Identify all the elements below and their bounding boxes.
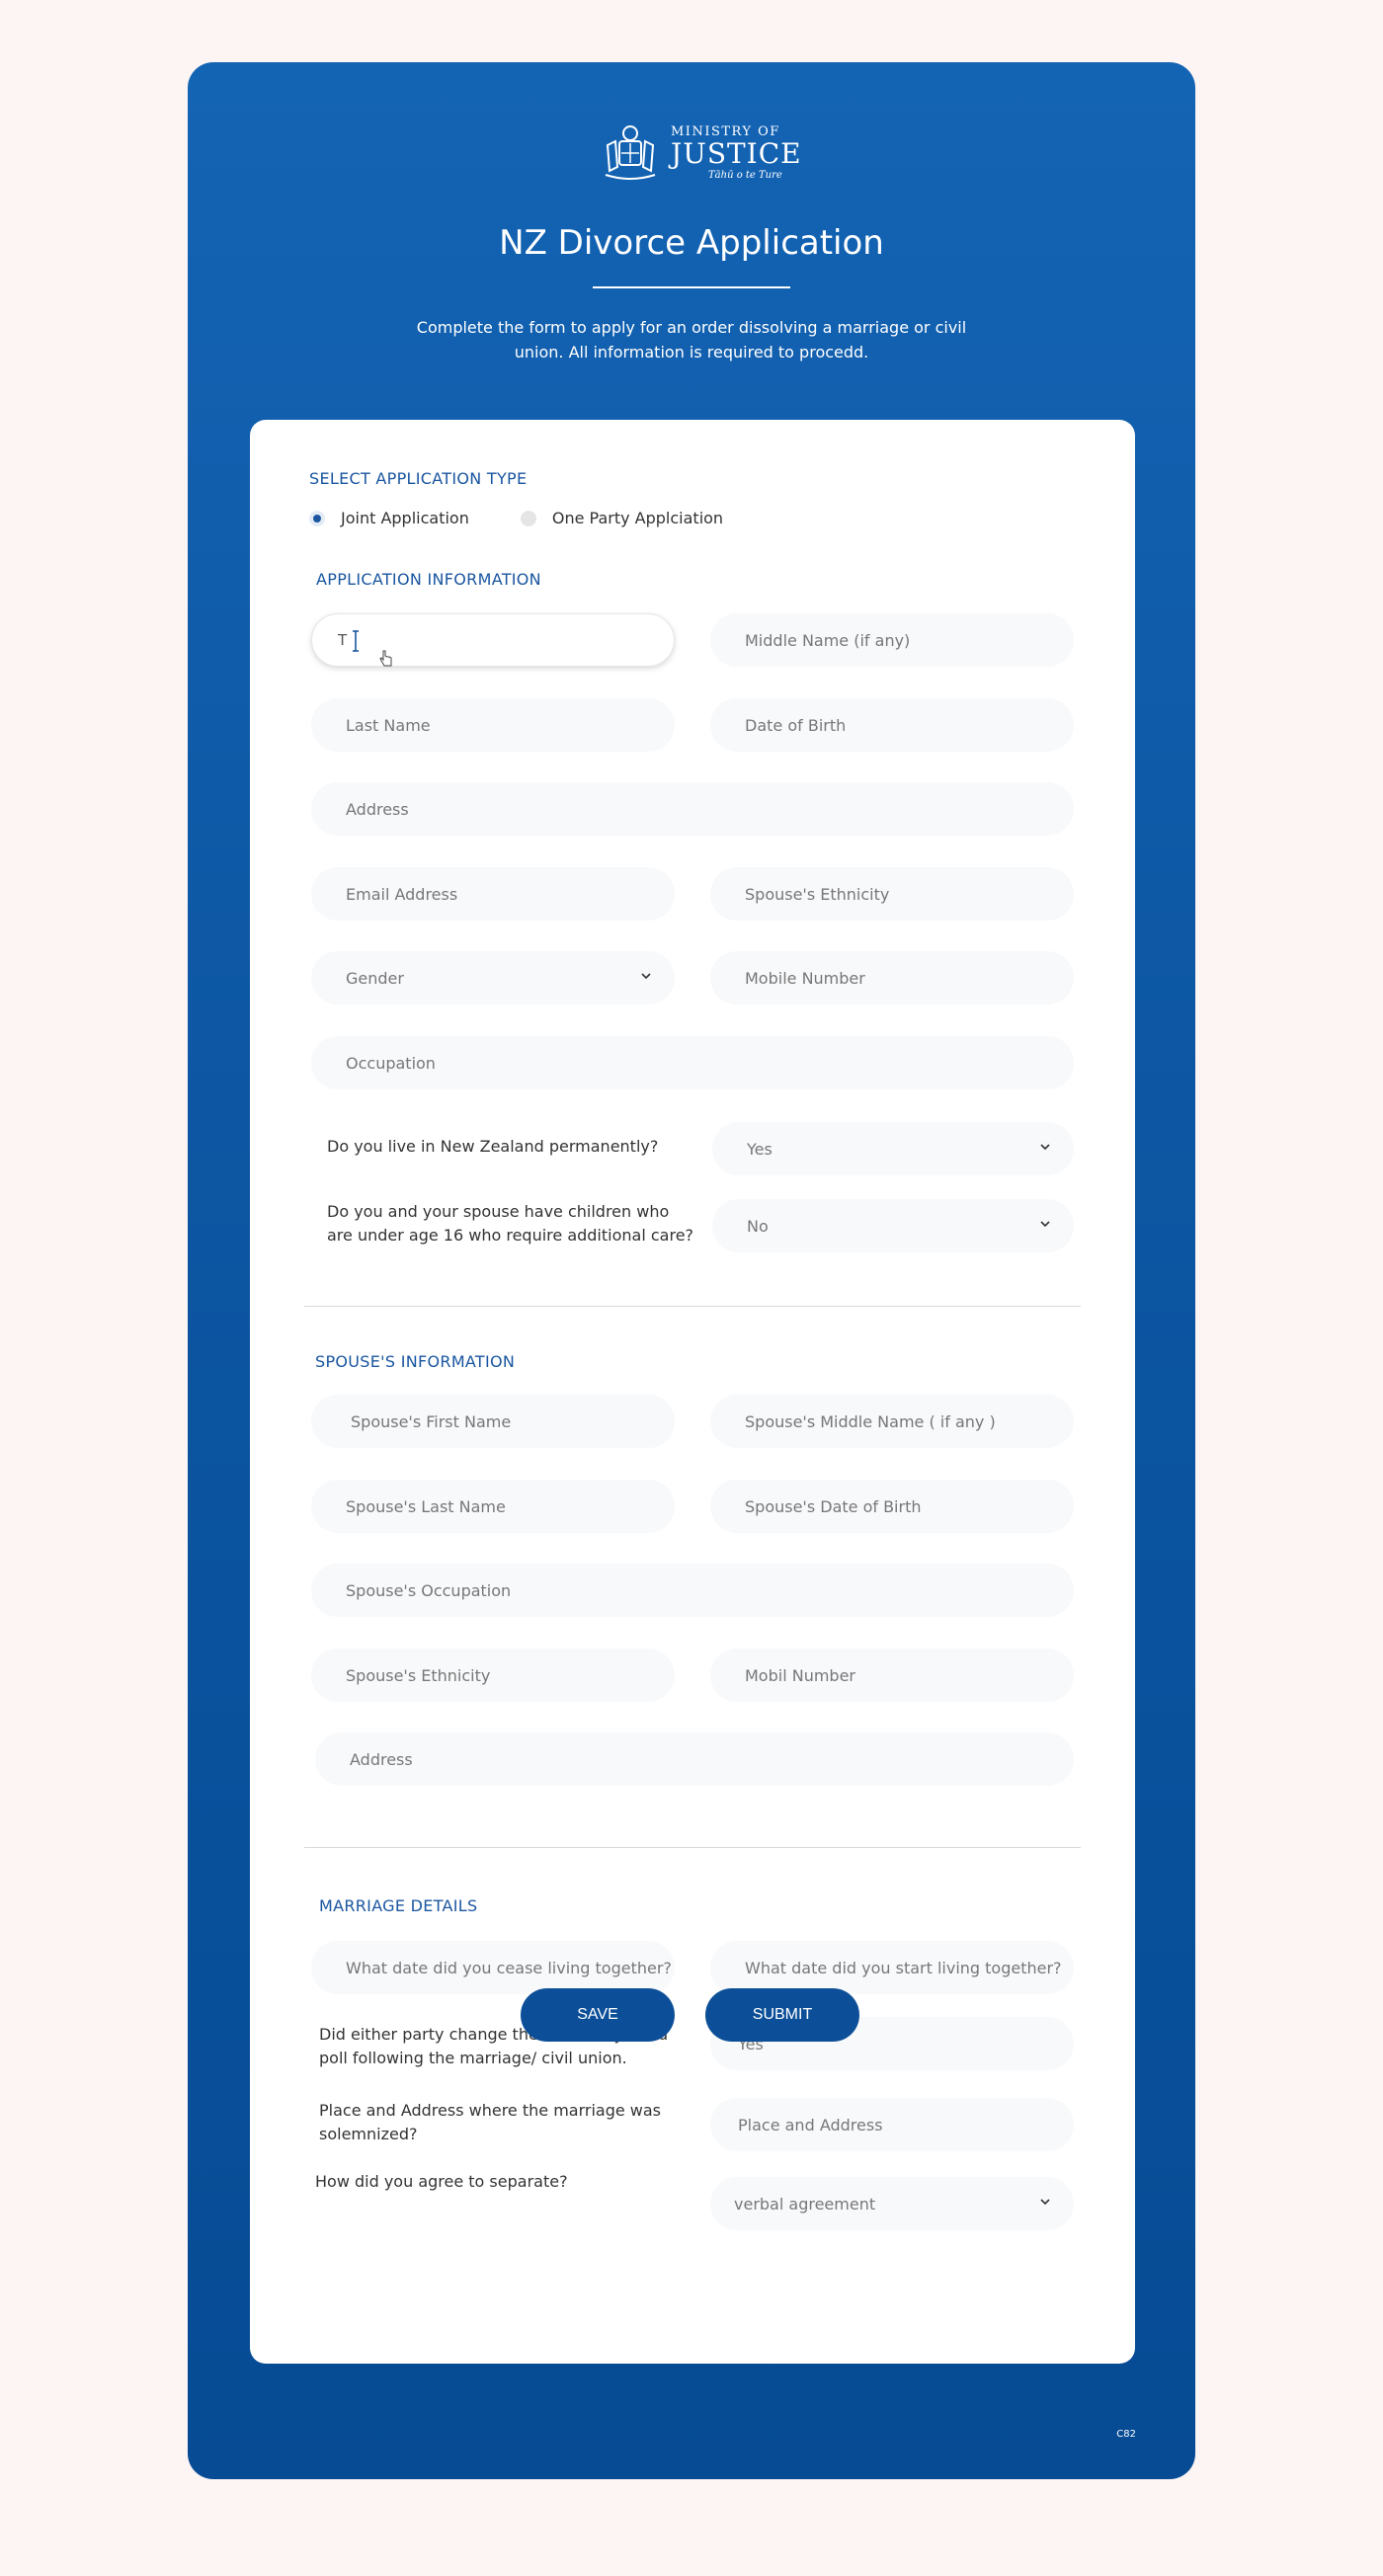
spouse-middle-name-input[interactable]: Spouse's Middle Name ( if any )	[710, 1395, 1074, 1448]
section-divider	[304, 1306, 1081, 1307]
section-spouse-information: SPOUSE'S INFORMATION	[315, 1352, 516, 1371]
spouse-last-name-placeholder: Spouse's Last Name	[346, 1496, 506, 1516]
first-name-input[interactable]: T	[311, 613, 675, 667]
mobile-placeholder: Mobile Number	[745, 968, 865, 988]
cease-date-placeholder: What date did you cease living together?	[346, 1958, 672, 1977]
place-address-input[interactable]: Place and Address	[710, 2098, 1074, 2151]
application-type-radio-group: Joint Application One Party Applciation	[309, 509, 774, 527]
pointer-hand-icon	[379, 650, 392, 667]
live-nz-value: Yes	[747, 1139, 773, 1159]
mobile-number-input[interactable]: Mobile Number	[710, 951, 1074, 1005]
address-placeholder: Address	[346, 799, 409, 819]
coat-of-arms-icon	[605, 125, 656, 180]
section-application-type: SELECT APPLICATION TYPE	[309, 469, 528, 488]
radio-label-joint[interactable]: Joint Application	[341, 509, 469, 527]
radio-one-party-application[interactable]	[520, 510, 536, 526]
footer-code: C82	[1116, 2429, 1136, 2440]
date-of-birth-input[interactable]: Date of Birth	[710, 698, 1074, 752]
spouse-address-placeholder: Address	[350, 1749, 413, 1769]
page-description: Complete the form to apply for an order …	[416, 318, 967, 362]
start-date-placeholder: What date did you start living together?	[745, 1958, 1062, 1977]
children-select[interactable]: No	[712, 1199, 1074, 1252]
spouse-mobile-input[interactable]: Mobil Number	[710, 1649, 1074, 1702]
cease-living-date-input[interactable]: What date did you cease living together?	[311, 1941, 675, 1994]
chevron-down-icon	[1040, 2199, 1050, 2206]
ministry-logo: MINISTRY OF JUSTICE Tāhū o te Ture	[600, 121, 801, 185]
start-living-date-input[interactable]: What date did you start living together?	[710, 1941, 1074, 1994]
address-input[interactable]: Address	[311, 782, 1074, 836]
spouse-ethnicity-input[interactable]: Spouse's Ethnicity	[311, 1649, 675, 1702]
last-name-input[interactable]: Last Name	[311, 698, 675, 752]
logo-tagline: Tāhū o te Ture	[708, 170, 782, 181]
spouse-first-name-input[interactable]: Spouse's First Name	[311, 1395, 675, 1448]
chevron-down-icon	[1040, 1221, 1050, 1228]
text-cursor-icon	[353, 630, 359, 652]
last-name-placeholder: Last Name	[346, 715, 431, 735]
question-agree-separate: How did you agree to separate?	[315, 2172, 568, 2191]
middle-name-placeholder: Middle Name (if any)	[745, 630, 911, 650]
spouse-first-name-placeholder: Spouse's First Name	[351, 1411, 512, 1431]
section-application-information: APPLICATION INFORMATION	[316, 570, 541, 589]
logo-line-2: JUSTICE	[671, 137, 802, 170]
spouse-mobile-placeholder: Mobil Number	[745, 1665, 855, 1685]
live-nz-select[interactable]: Yes	[712, 1122, 1074, 1175]
email-input[interactable]: Email Address	[311, 867, 675, 921]
middle-name-input[interactable]: Middle Name (if any)	[710, 613, 1074, 667]
form-card: SELECT APPLICATION TYPE Joint Applicatio…	[250, 420, 1135, 2364]
question-place-solemnized: Place and Address where the marriage was…	[319, 2101, 662, 2143]
radio-label-one-party[interactable]: One Party Applciation	[552, 509, 723, 527]
gender-select[interactable]: Gender	[311, 951, 675, 1005]
ethnicity-placeholder: Spouse's Ethnicity	[745, 884, 890, 904]
spouse-dob-input[interactable]: Spouse's Date of Birth	[710, 1480, 1074, 1533]
occupation-placeholder: Occupation	[346, 1053, 436, 1073]
first-name-value: T	[338, 631, 348, 649]
page-title: NZ Divorce Application	[499, 223, 884, 263]
spouse-occupation-input[interactable]: Spouse's Occupation	[311, 1564, 1074, 1617]
spouse-middle-name-placeholder: Spouse's Middle Name ( if any )	[745, 1411, 996, 1431]
question-live-nz: Do you live in New Zealand permanently?	[327, 1137, 659, 1156]
separation-method-select[interactable]: verbal agreement	[710, 2177, 1074, 2230]
question-children: Do you and your spouse have children who…	[327, 1202, 694, 1245]
place-address-placeholder: Place and Address	[738, 2115, 883, 2134]
chevron-down-icon	[1040, 1144, 1050, 1151]
separation-method-value: verbal agreement	[734, 2194, 876, 2214]
save-button[interactable]: SAVE	[521, 1988, 675, 2042]
application-panel: MINISTRY OF JUSTICE Tāhū o te Ture NZ Di…	[188, 62, 1195, 2479]
title-underline	[593, 286, 790, 288]
section-divider	[304, 1847, 1081, 1848]
spouse-last-name-input[interactable]: Spouse's Last Name	[311, 1480, 675, 1533]
children-value: No	[747, 1216, 769, 1236]
spouse-occupation-placeholder: Spouse's Occupation	[346, 1580, 512, 1600]
ethnicity-input[interactable]: Spouse's Ethnicity	[710, 867, 1074, 921]
gender-placeholder: Gender	[346, 968, 404, 988]
spouse-address-input[interactable]: Address	[315, 1732, 1074, 1786]
radio-joint-application[interactable]	[309, 510, 325, 526]
submit-button[interactable]: SUBMIT	[705, 1988, 859, 2042]
section-marriage-details: MARRIAGE DETAILS	[319, 1896, 478, 1915]
spouse-dob-placeholder: Spouse's Date of Birth	[745, 1496, 922, 1516]
spouse-ethnicity-placeholder: Spouse's Ethnicity	[346, 1665, 491, 1685]
email-placeholder: Email Address	[346, 884, 458, 904]
chevron-down-icon	[641, 973, 651, 980]
dob-placeholder: Date of Birth	[745, 715, 847, 735]
occupation-input[interactable]: Occupation	[311, 1036, 1074, 1089]
